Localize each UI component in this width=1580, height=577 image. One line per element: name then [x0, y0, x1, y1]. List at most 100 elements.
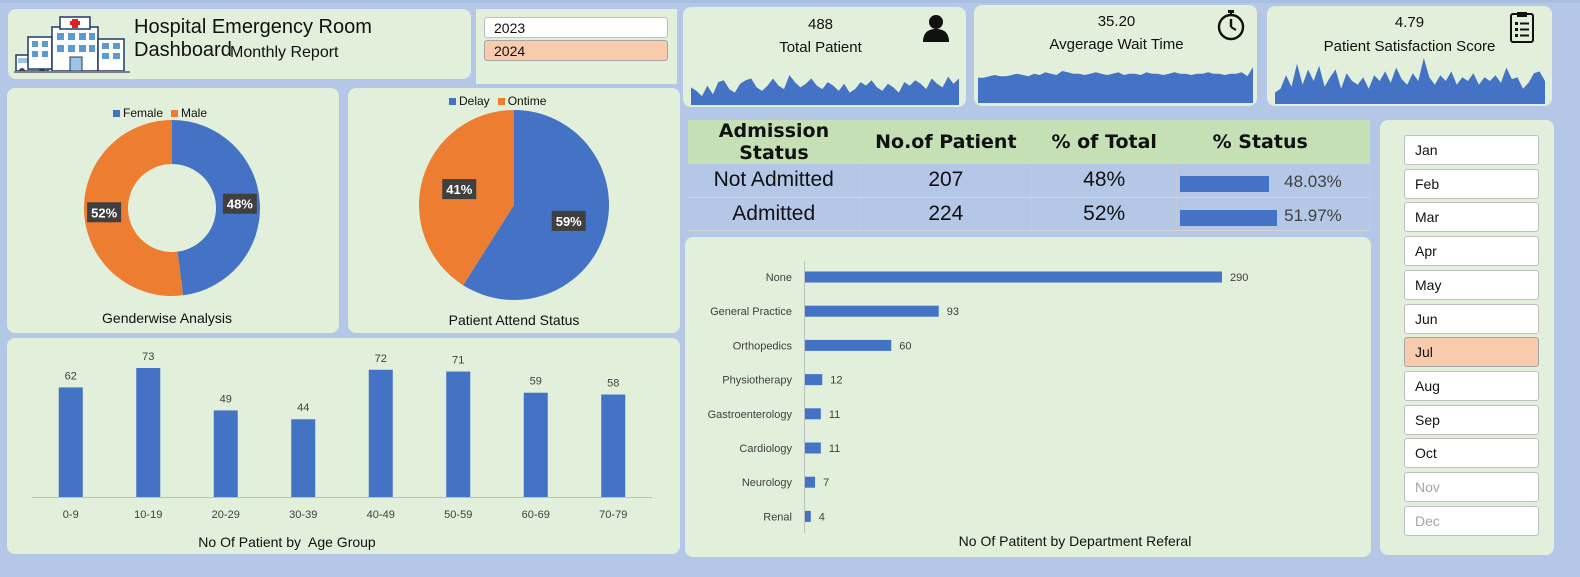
stopwatch-icon [1217, 10, 1245, 41]
pct-status-bar [1180, 209, 1277, 226]
data-label: 62 [65, 370, 77, 382]
month-aug-button[interactable]: Aug [1404, 370, 1539, 401]
age-group-panel: 62 0-9 73 10-19 49 20-29 44 30-39 72 40-49 71 50-59… [7, 338, 680, 554]
data-label: 12 [830, 375, 842, 387]
data-label: 71 [452, 355, 464, 367]
bar-40-49 [368, 369, 393, 497]
legend-delay: Delay [449, 94, 490, 108]
month-jun-button[interactable]: Jun [1404, 303, 1539, 334]
legend-ontime: Ontime [497, 94, 546, 108]
header-pct-status: % Status [1176, 120, 1370, 164]
total-patient-sparkline [691, 75, 959, 105]
month-nov-button[interactable]: Nov [1404, 472, 1539, 502]
attend-pie-chart: 59% 41% [418, 110, 609, 300]
table-row: Not Admitted 207 48% 48.03% [688, 164, 1370, 198]
year-slicer: 2023 2024 [476, 9, 677, 84]
bar-physiotherapy [805, 374, 823, 386]
data-label: 60 [899, 340, 911, 352]
y-tick-label: None [766, 272, 792, 284]
kpi-satisfaction: 4.79 Patient Satisfaction Score [1267, 6, 1552, 106]
admission-header-row: Admission Status No.of Patient % of Tota… [688, 120, 1370, 164]
row-pct: 52% [1031, 197, 1178, 231]
bar-0-9 [58, 387, 83, 497]
data-label: 11 [829, 443, 840, 455]
attend-chart-title: Patient Attend Status [448, 312, 580, 328]
bar-neurology [805, 476, 816, 488]
satisfaction-sparkline [1275, 58, 1545, 104]
data-label: 59 [530, 376, 542, 388]
data-label: 73 [142, 351, 154, 363]
bar-70-79 [601, 394, 626, 497]
row-pct-status: 51.97% [1176, 197, 1370, 231]
bar-orthopedics [805, 339, 892, 351]
department-chart-title: No Of Patitent by Department Referal [958, 533, 1192, 549]
y-tick-label: General Practice [710, 306, 792, 318]
person-icon [923, 15, 949, 42]
bar-none [805, 271, 1222, 283]
row-pct: 48% [1031, 164, 1178, 198]
bar-gastroenterology [805, 408, 821, 420]
month-may-button[interactable]: May [1404, 269, 1539, 300]
data-label: 93 [947, 306, 959, 318]
kpi-satisfaction-value: 4.79 [1394, 14, 1425, 31]
x-tick-label: 30-39 [289, 509, 317, 521]
kpi-wait-label: Avgerage Wait Time [1049, 36, 1184, 53]
pct-status-bar [1180, 176, 1270, 192]
gender-chart-title: Genderwise Analysis [102, 310, 232, 326]
bar-renal [805, 510, 811, 522]
pct-status-label: 48.03% [1284, 172, 1342, 191]
data-label-delay: 59% [556, 214, 582, 229]
x-tick-label: 10-19 [134, 509, 162, 521]
kpi-total-label: Total Patient [779, 39, 862, 56]
y-tick-label: Renal [763, 511, 792, 523]
pct-status-label: 51.97% [1284, 205, 1342, 225]
month-dec-button[interactable]: Dec [1404, 505, 1539, 536]
department-panel: None 290 General Practice 93 Orthopedics 60 Ph… [685, 237, 1371, 557]
bar-60-69 [523, 392, 548, 497]
sparkline-area [978, 67, 1253, 103]
data-label: 49 [220, 393, 232, 405]
kpi-total-patient: 488 Total Patient [683, 7, 966, 107]
month-jan-button[interactable]: Jan [1404, 135, 1539, 165]
data-label: 7 [823, 477, 829, 489]
bar-20-29 [213, 410, 238, 497]
checklist-icon [1510, 12, 1534, 43]
y-tick-label: Gastroenterology [708, 409, 793, 421]
kpi-wait-time: 35.20 Avgerage Wait Time [974, 5, 1257, 106]
month-apr-button[interactable]: Apr [1404, 236, 1539, 267]
y-tick-label: Cardiology [739, 443, 792, 455]
month-jul-button[interactable]: Jul [1404, 337, 1539, 368]
year-2023-button[interactable]: 2023 [484, 17, 668, 38]
x-tick-label: 20-29 [212, 509, 240, 521]
age-chart-title: No Of Patient by Age Group [198, 534, 376, 550]
header-pct-of-total: % of Total [1031, 120, 1177, 164]
x-tick-label: 60-69 [522, 509, 550, 521]
data-label: 11 [829, 409, 840, 421]
month-oct-button[interactable]: Oct [1404, 438, 1539, 469]
age-group-bar-chart: 62 0-9 73 10-19 49 20-29 44 30-39 72 40-49 71 50-59… [32, 351, 652, 521]
kpi-satisfaction-label: Patient Satisfaction Score [1323, 38, 1496, 55]
month-feb-button[interactable]: Feb [1404, 168, 1539, 199]
row-count: 224 [859, 197, 1033, 231]
header-no-of-patient: No.of Patient [859, 120, 1032, 164]
sparkline-area [1275, 58, 1545, 104]
bar-30-39 [291, 419, 316, 497]
y-tick-label: Physiotherapy [722, 375, 792, 387]
row-status: Admitted [688, 197, 861, 231]
table-row: Admitted 224 52% 51.97% [688, 197, 1370, 231]
year-2024-button[interactable]: 2024 [484, 40, 668, 61]
data-label-male: 52% [91, 205, 117, 220]
attend-legend: Delay Ontime [449, 94, 546, 108]
hospital-logo-icon [14, 16, 130, 73]
data-label: 44 [297, 402, 309, 414]
data-label: 72 [375, 353, 387, 365]
x-tick-label: 70-79 [599, 509, 627, 521]
bar-cardiology [805, 442, 821, 454]
top-strip [0, 0, 1580, 3]
x-tick-label: 40-49 [367, 509, 395, 521]
month-sep-button[interactable]: Sep [1404, 404, 1539, 435]
month-mar-button[interactable]: Mar [1404, 202, 1539, 233]
gender-panel: Female Male 48% 52% Genderwise Analysis [7, 88, 339, 333]
attend-panel: Delay Ontime 59% 41% Patient Attend Statu… [348, 88, 680, 333]
data-label: 290 [1230, 272, 1248, 284]
